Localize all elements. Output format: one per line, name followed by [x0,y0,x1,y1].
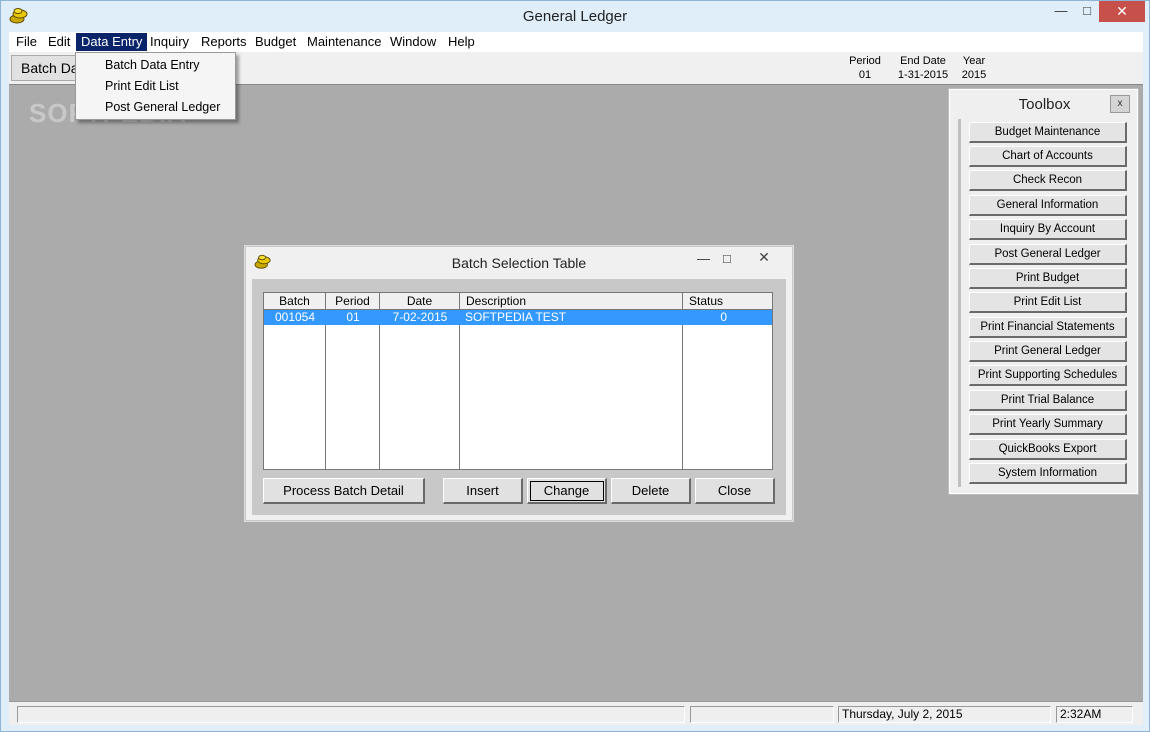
period-label: Period [849,55,881,67]
status-bar: Thursday, July 2, 2015 2:32AM [9,701,1143,725]
toolbox-print-supporting-schedules-button[interactable]: Print Supporting Schedules [969,365,1127,386]
title-bar: General Ledger — □ ✕ [1,1,1149,32]
dialog-body: Batch Period Date Description Status 001… [252,279,786,515]
dialog-maximize-icon[interactable]: □ [723,251,731,266]
menu-file[interactable]: File [11,33,42,51]
dropdown-print-edit-list[interactable]: Print Edit List [105,76,179,96]
mdi-client-area: File Edit Data Entry Inquiry Reports Bud… [9,32,1143,725]
process-batch-detail-button[interactable]: Process Batch Detail [263,478,425,504]
batch-selection-dialog: Batch Selection Table — □ ✕ Batch Period… [244,245,794,522]
end-date-label: End Date [900,55,946,67]
main-window: General Ledger — □ ✕ File Edit Data Entr… [0,0,1150,732]
toolbox-print-general-ledger-button[interactable]: Print General Ledger [969,341,1127,362]
toolbox-panel: Toolbox x Budget Maintenance Chart of Ac… [948,88,1139,495]
column-header-period[interactable]: Period [326,293,380,310]
status-time: 2:32AM [1056,706,1133,723]
cell-status[interactable]: 0 [683,310,727,325]
batch-table[interactable]: Batch Period Date Description Status 001… [263,292,773,470]
cell-batch[interactable]: 001054 [264,310,326,325]
toolbox-budget-maintenance-button[interactable]: Budget Maintenance [969,122,1127,143]
menu-inquiry[interactable]: Inquiry [145,33,194,51]
toolbox-check-recon-button[interactable]: Check Recon [969,170,1127,191]
toolbox-system-information-button[interactable]: System Information [969,463,1127,484]
dropdown-post-general-ledger[interactable]: Post General Ledger [105,97,220,117]
end-date-info: End Date 1-31-2015 [891,54,955,82]
maximize-icon[interactable]: □ [1073,1,1101,23]
menu-bar: File Edit Data Entry Inquiry Reports Bud… [9,32,1143,52]
menu-edit[interactable]: Edit [43,33,75,51]
window-title: General Ledger [522,8,628,25]
status-date: Thursday, July 2, 2015 [838,706,1051,723]
minimize-icon[interactable]: — [1047,1,1075,23]
toolbox-close-button[interactable]: x [1110,95,1130,113]
toolbox-post-general-ledger-button[interactable]: Post General Ledger [969,244,1127,265]
column-divider [325,310,326,469]
toolbox-print-budget-button[interactable]: Print Budget [969,268,1127,289]
menu-budget[interactable]: Budget [250,33,301,51]
toolbox-quickbooks-export-button[interactable]: QuickBooks Export [969,439,1127,460]
toolbox-print-financial-statements-button[interactable]: Print Financial Statements [969,317,1127,338]
menu-data-entry[interactable]: Data Entry [76,33,148,51]
menu-window[interactable]: Window [385,33,441,51]
change-button[interactable]: Change [527,478,607,504]
dropdown-batch-data-entry[interactable]: Batch Data Entry [105,55,200,75]
period-value: 01 [858,69,872,81]
column-header-description[interactable]: Description [460,293,683,310]
status-panel-empty [690,706,834,723]
year-info: Year 2015 [955,54,993,82]
toolbox-print-yearly-summary-button[interactable]: Print Yearly Summary [969,414,1127,435]
column-header-batch[interactable]: Batch [264,293,326,310]
column-header-date[interactable]: Date [380,293,460,310]
delete-button[interactable]: Delete [611,478,691,504]
close-button[interactable]: Close [695,478,775,504]
cell-description[interactable]: SOFTPEDIA TEST [465,310,681,325]
cell-date[interactable]: 7-02-2015 [380,310,460,325]
year-value: 2015 [961,69,987,81]
dialog-minimize-icon[interactable]: — [697,251,710,266]
toolbox-print-edit-list-button[interactable]: Print Edit List [969,292,1127,313]
year-label: Year [962,55,986,67]
dialog-title: Batch Selection Table [451,255,587,271]
insert-button[interactable]: Insert [443,478,523,504]
close-icon[interactable]: ✕ [1099,1,1145,22]
toolbox-button-list: Budget Maintenance Chart of Accounts Che… [958,119,1131,487]
column-divider [459,310,460,469]
status-panel-message [17,706,685,723]
dialog-close-icon[interactable]: ✕ [744,248,784,268]
toolbox-general-information-button[interactable]: General Information [969,195,1127,216]
toolbox-print-trial-balance-button[interactable]: Print Trial Balance [969,390,1127,411]
menu-maintenance[interactable]: Maintenance [302,33,386,51]
data-entry-dropdown: Batch Data Entry Print Edit List Post Ge… [75,52,236,120]
column-divider [379,310,380,469]
column-header-status[interactable]: Status [683,293,772,310]
menu-help[interactable]: Help [443,33,480,51]
cell-period[interactable]: 01 [326,310,380,325]
menu-reports[interactable]: Reports [196,33,252,51]
toolbox-inquiry-by-account-button[interactable]: Inquiry By Account [969,219,1127,240]
toolbox-chart-of-accounts-button[interactable]: Chart of Accounts [969,146,1127,167]
end-date-value: 1-31-2015 [897,69,949,81]
period-info: Period 01 [843,54,887,82]
column-divider [682,310,683,469]
